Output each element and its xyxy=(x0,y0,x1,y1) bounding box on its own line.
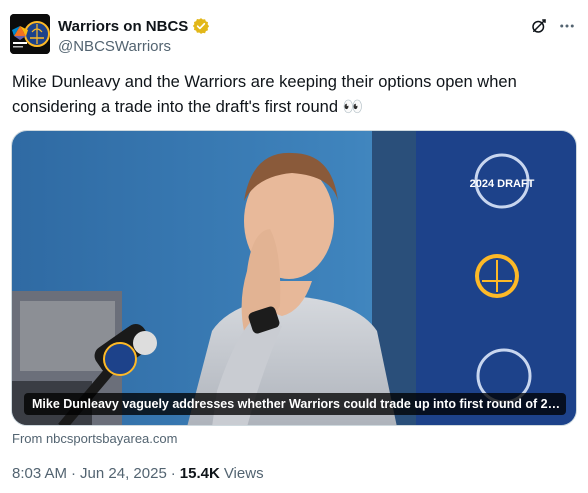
card-source[interactable]: From nbcsportsbayarea.com xyxy=(12,431,177,446)
warriors-logo-backdrop xyxy=(475,254,519,298)
more-icon[interactable] xyxy=(558,17,576,35)
warriors-nbc-logo-icon xyxy=(10,14,50,54)
backdrop-text: 2024 DRAFT xyxy=(470,178,535,190)
verified-badge-icon[interactable] xyxy=(192,17,210,35)
handle[interactable]: @NBCSWarriors xyxy=(58,38,210,55)
tweet-date[interactable]: Jun 24, 2025 xyxy=(80,465,167,482)
press-conference-photo: 2024 DRAFT xyxy=(12,131,576,425)
link-card[interactable]: 2024 DRAFT Mike Dunleavy vaguely address… xyxy=(11,130,577,426)
grok-icon[interactable] xyxy=(530,17,548,35)
tweet-time[interactable]: 8:03 AM xyxy=(12,465,67,482)
tweet-header: Warriors on NBCS @NBCSWarriors xyxy=(10,14,578,58)
views-count[interactable]: 15.4K xyxy=(180,465,220,482)
meta-separator: · xyxy=(71,465,77,482)
tweet-meta: 8:03 AM · Jun 24, 2025 · 15.4K Views xyxy=(12,465,264,482)
meta-separator-2: · xyxy=(170,465,176,482)
card-caption[interactable]: Mike Dunleavy vaguely addresses whether … xyxy=(24,393,566,415)
tweet-text: Mike Dunleavy and the Warriors are keepi… xyxy=(12,73,517,116)
avatar[interactable] xyxy=(10,14,50,54)
views-label: Views xyxy=(223,465,264,482)
display-name[interactable]: Warriors on NBCS xyxy=(58,18,188,35)
